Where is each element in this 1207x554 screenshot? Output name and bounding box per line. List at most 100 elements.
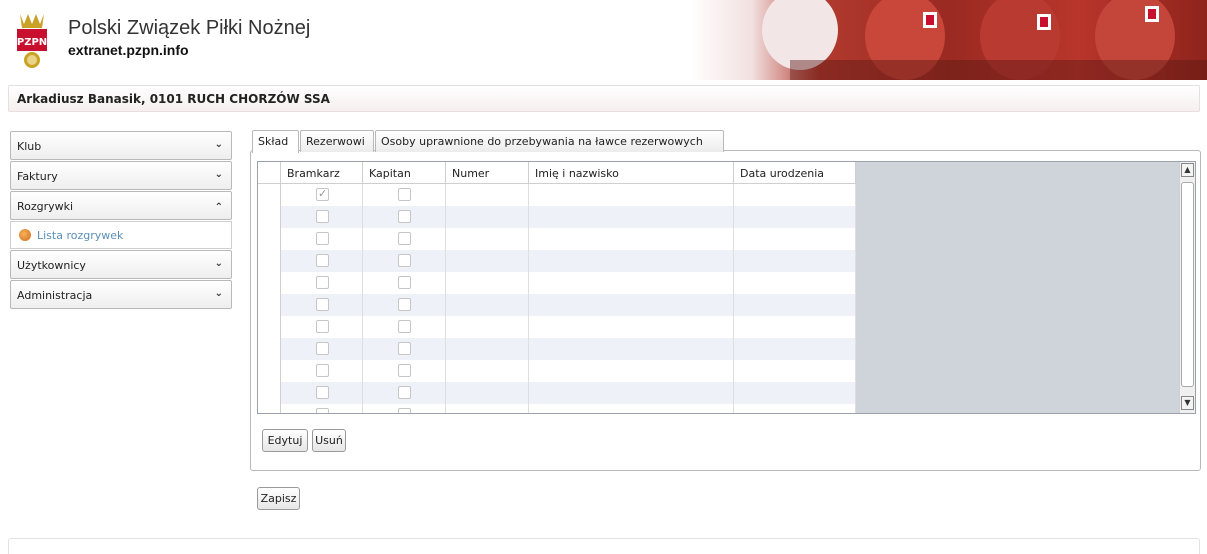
cell-numer[interactable]: [446, 250, 529, 272]
table-row[interactable]: [258, 404, 856, 413]
cell-data-urodzenia[interactable]: [734, 228, 856, 250]
table-row[interactable]: [258, 294, 856, 316]
tab-osoby-uprawnione[interactable]: Osoby uprawnione do przebywania na ławce…: [375, 130, 724, 152]
tab-sklad[interactable]: Skład: [252, 130, 299, 153]
row-selector[interactable]: [258, 250, 281, 272]
sidebar-item-rozgrywki[interactable]: Rozgrywki ⌃: [10, 191, 232, 220]
bramkarz-checkbox[interactable]: [316, 364, 329, 377]
table-row[interactable]: [258, 272, 856, 294]
cell-data-urodzenia[interactable]: [734, 184, 856, 206]
kapitan-checkbox[interactable]: [398, 276, 411, 289]
bramkarz-checkbox[interactable]: [316, 408, 329, 413]
sidebar-item-administracja[interactable]: Administracja ⌄: [10, 280, 232, 309]
kapitan-checkbox[interactable]: [398, 320, 411, 333]
bramkarz-checkbox[interactable]: [316, 276, 329, 289]
cell-imie-nazwisko[interactable]: [529, 338, 734, 360]
table-row[interactable]: [258, 206, 856, 228]
table-row[interactable]: [258, 360, 856, 382]
cell-imie-nazwisko[interactable]: [529, 404, 734, 413]
row-selector[interactable]: [258, 404, 281, 413]
cell-numer[interactable]: [446, 206, 529, 228]
bramkarz-checkbox[interactable]: [316, 210, 329, 223]
cell-numer[interactable]: [446, 228, 529, 250]
cell-imie-nazwisko[interactable]: [529, 294, 734, 316]
bramkarz-checkbox[interactable]: [316, 386, 329, 399]
cell-imie-nazwisko[interactable]: [529, 360, 734, 382]
sidebar-item-klub[interactable]: Klub ⌄: [10, 131, 232, 160]
cell-imie-nazwisko[interactable]: [529, 316, 734, 338]
cell-data-urodzenia[interactable]: [734, 338, 856, 360]
cell-numer[interactable]: [446, 184, 529, 206]
cell-data-urodzenia[interactable]: [734, 316, 856, 338]
row-selector[interactable]: [258, 382, 281, 404]
bramkarz-checkbox[interactable]: [316, 254, 329, 267]
grid-header-selector: [258, 162, 281, 184]
row-selector[interactable]: [258, 316, 281, 338]
scrollbar-thumb[interactable]: [1181, 182, 1194, 387]
column-header-bramkarz[interactable]: Bramkarz: [281, 162, 363, 184]
cell-data-urodzenia[interactable]: [734, 250, 856, 272]
bramkarz-checkbox[interactable]: [316, 232, 329, 245]
column-header-kapitan[interactable]: Kapitan: [363, 162, 446, 184]
row-selector[interactable]: [258, 294, 281, 316]
kapitan-checkbox[interactable]: [398, 342, 411, 355]
save-button[interactable]: Zapisz: [257, 487, 300, 510]
cell-data-urodzenia[interactable]: [734, 382, 856, 404]
edit-button[interactable]: Edytuj: [262, 429, 308, 452]
cell-numer[interactable]: [446, 316, 529, 338]
chevron-down-icon: ⌄: [214, 139, 223, 150]
kapitan-checkbox[interactable]: [398, 254, 411, 267]
cell-imie-nazwisko[interactable]: [529, 206, 734, 228]
sidebar-item-faktury[interactable]: Faktury ⌄: [10, 161, 232, 190]
arrow-up-icon[interactable]: ▲: [1181, 163, 1194, 177]
tab-rezerwowi[interactable]: Rezerwowi: [300, 130, 374, 152]
cell-data-urodzenia[interactable]: [734, 360, 856, 382]
cell-imie-nazwisko[interactable]: [529, 184, 734, 206]
cell-numer[interactable]: [446, 404, 529, 413]
sidebar-subitem-lista-rozgrywek[interactable]: Lista rozgrywek: [10, 221, 232, 249]
cell-data-urodzenia[interactable]: [734, 404, 856, 413]
cell-imie-nazwisko[interactable]: [529, 382, 734, 404]
table-row[interactable]: [258, 184, 856, 206]
kapitan-checkbox[interactable]: [398, 298, 411, 311]
cell-imie-nazwisko[interactable]: [529, 272, 734, 294]
grid-vertical-scrollbar[interactable]: ▲ ▼: [1179, 162, 1195, 413]
column-header-numer[interactable]: Numer: [446, 162, 529, 184]
cell-data-urodzenia[interactable]: [734, 272, 856, 294]
cell-data-urodzenia[interactable]: [734, 206, 856, 228]
kapitan-checkbox[interactable]: [398, 408, 411, 413]
table-row[interactable]: [258, 338, 856, 360]
cell-imie-nazwisko[interactable]: [529, 250, 734, 272]
bramkarz-checkbox[interactable]: [316, 320, 329, 333]
row-selector[interactable]: [258, 206, 281, 228]
table-row[interactable]: [258, 250, 856, 272]
kapitan-checkbox[interactable]: [398, 386, 411, 399]
cell-data-urodzenia[interactable]: [734, 294, 856, 316]
cell-numer[interactable]: [446, 294, 529, 316]
table-row[interactable]: [258, 382, 856, 404]
cell-numer[interactable]: [446, 360, 529, 382]
row-selector[interactable]: [258, 228, 281, 250]
row-selector[interactable]: [258, 360, 281, 382]
kapitan-checkbox[interactable]: [398, 210, 411, 223]
column-header-imie-nazwisko[interactable]: Imię i nazwisko: [529, 162, 734, 184]
bramkarz-checkbox[interactable]: [316, 298, 329, 311]
delete-button[interactable]: Usuń: [312, 429, 346, 452]
arrow-down-icon[interactable]: ▼: [1181, 396, 1194, 410]
row-selector[interactable]: [258, 338, 281, 360]
bramkarz-checkbox[interactable]: [316, 187, 329, 201]
row-selector[interactable]: [258, 272, 281, 294]
table-row[interactable]: [258, 228, 856, 250]
kapitan-checkbox[interactable]: [398, 232, 411, 245]
cell-numer[interactable]: [446, 338, 529, 360]
row-selector[interactable]: [258, 184, 281, 206]
cell-numer[interactable]: [446, 272, 529, 294]
cell-imie-nazwisko[interactable]: [529, 228, 734, 250]
bramkarz-checkbox[interactable]: [316, 342, 329, 355]
kapitan-checkbox[interactable]: [398, 364, 411, 377]
table-row[interactable]: [258, 316, 856, 338]
sidebar-item-uzytkownicy[interactable]: Użytkownicy ⌄: [10, 250, 232, 279]
cell-numer[interactable]: [446, 382, 529, 404]
column-header-data-urodzenia[interactable]: Data urodzenia: [734, 162, 856, 184]
kapitan-checkbox[interactable]: [398, 188, 411, 201]
